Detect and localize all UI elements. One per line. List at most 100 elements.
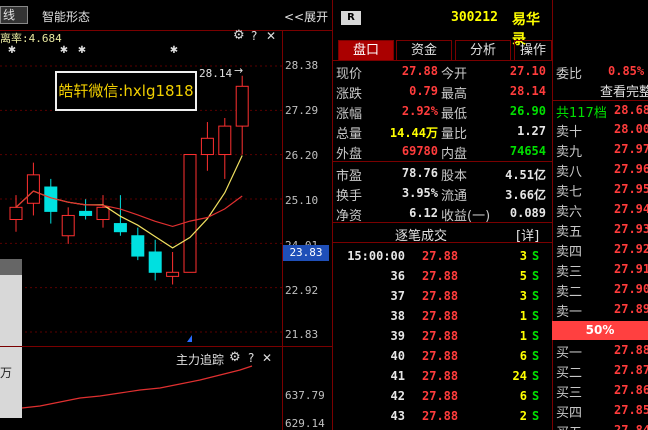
quote-value: 4.51亿 [505, 168, 546, 182]
tick-price: 27.88 [422, 249, 459, 263]
tick-side: S [532, 269, 540, 283]
depth-level-price[interactable]: 27.87 [614, 363, 648, 377]
tab-pankou[interactable]: 盘口 [338, 40, 394, 60]
expand-button[interactable]: <<展开 [284, 8, 328, 25]
tick-row: 39 27.88 1 S [333, 329, 552, 349]
quote-label: 流通 [441, 189, 468, 204]
quote-value: 27.88 [401, 64, 438, 78]
depth-level-price[interactable]: 28.00 [614, 122, 648, 136]
quote-label: 最低 [441, 107, 468, 122]
candle-body [79, 210, 93, 216]
quote-label: 换手 [336, 189, 363, 204]
depth-level-label: 卖六 [556, 205, 583, 220]
quote-value: 6.12 [409, 206, 438, 220]
tick-time: 39 [390, 329, 405, 343]
quote-label: 最高 [441, 87, 468, 102]
depth-level-price[interactable]: 27.96 [614, 162, 648, 176]
tick-price: 27.88 [422, 369, 459, 383]
depth-level-price[interactable]: 27.92 [614, 242, 648, 256]
tick-side: S [532, 329, 540, 343]
tick-row: 40 27.88 6 S [333, 349, 552, 369]
depth-level-price[interactable]: 27.88 [614, 343, 648, 357]
tick-side: S [532, 349, 540, 363]
tab-operation[interactable]: 操作 [514, 40, 552, 60]
depth-level-label: 卖八 [556, 165, 583, 180]
tick-row: 37 27.88 3 S [333, 289, 552, 309]
depth-level-label: 卖二 [556, 285, 583, 300]
view-full-button[interactable]: 查看完整 [600, 81, 648, 100]
tick-volume: 24 [512, 369, 527, 383]
quote-value: 78.76 [401, 166, 438, 180]
depth-level-label: 卖一 [556, 305, 583, 320]
tick-time: 37 [390, 289, 405, 303]
kline-chart-panel[interactable]: 线 智能形态 <<展开 离率:4.684 ⚙ ? ✕ ✱ ✱ ✱ ✱ 28.14 → … [0, 0, 332, 430]
depth-level-label: 卖四 [556, 245, 583, 260]
depth-level-label: 卖五 [556, 225, 583, 240]
signal-star-icon: ✱ [8, 45, 16, 56]
candle-body [235, 85, 249, 127]
depth-level-label: 买五 [556, 422, 582, 430]
quote-value: 0.79 [409, 84, 438, 98]
depth-level-label: 买三 [556, 386, 583, 401]
depth-level-price[interactable]: 27.93 [614, 222, 648, 236]
quote-value: 27.10 [509, 64, 546, 78]
tick-time: 41 [390, 369, 405, 383]
tick-volume: 6 [519, 349, 527, 363]
candle-body [96, 206, 110, 221]
quote-value: 69780 [401, 144, 438, 158]
quote-panel: R 300212 易华录 盘口 资金 分析 操作 现价 27.88 今开 27.10 涨… [333, 0, 552, 430]
y-label: 21.83 [285, 328, 319, 341]
main-force-line-chart[interactable] [0, 346, 282, 430]
depth-level-price[interactable]: 27.90 [614, 282, 648, 296]
quote-row: 现价 27.88 今开 27.10 [333, 63, 552, 83]
sub-y-label: 637.79 [285, 389, 325, 402]
smart-form-button[interactable]: 智能形态 [42, 8, 90, 25]
depth-level-price[interactable]: 27.94 [614, 202, 648, 216]
tick-price: 27.88 [422, 269, 459, 283]
period-selector[interactable]: 线 [0, 6, 28, 24]
candle-body [113, 223, 127, 233]
signal-star-icon: ✱ [170, 45, 178, 56]
signal-star-icon: ✱ [78, 45, 86, 56]
tick-time: 38 [390, 309, 405, 323]
tab-analysis[interactable]: 分析 [455, 40, 511, 60]
depth-level-price[interactable]: 27.89 [614, 302, 648, 316]
high-price-marker: 28.14 [199, 67, 233, 80]
candle-body [183, 154, 197, 273]
depth-level-price[interactable]: 27.85 [614, 403, 648, 417]
tick-volume: 6 [519, 389, 527, 403]
tick-price: 27.88 [422, 389, 459, 403]
quote-label: 外盘 [336, 147, 363, 162]
quote-value: 0.089 [509, 206, 546, 220]
tick-volume: 1 [519, 309, 527, 323]
quote-row: 总量 14.44万 量比 1.27 [333, 123, 552, 143]
tick-row: 42 27.88 6 S [333, 389, 552, 409]
quote-value: 1.27 [517, 124, 546, 138]
tick-volume: 1 [519, 329, 527, 343]
tick-volume: 3 [519, 249, 527, 263]
tab-funds[interactable]: 资金 [396, 40, 452, 60]
quote-value: 14.44万 [389, 126, 438, 140]
depth-level-label: 卖十 [556, 125, 583, 140]
depth-level-label: 买四 [556, 406, 583, 421]
depth-level-price[interactable]: 27.91 [614, 262, 648, 276]
depth-level-price[interactable]: 27.97 [614, 142, 648, 156]
level-count-value: 28.68 [614, 103, 648, 117]
tick-side: S [532, 289, 540, 303]
quote-value: 74654 [509, 144, 546, 158]
tick-time: 36 [390, 269, 405, 283]
candle-body [131, 235, 145, 257]
quote-value: 3.66亿 [505, 188, 546, 202]
depth-level-price[interactable]: 27.84 [614, 423, 648, 430]
y-label: 26.20 [285, 149, 319, 162]
quote-label: 现价 [336, 67, 363, 82]
watermark-box: 皓轩微信:hxlg1818 [55, 71, 197, 111]
current-price-tag: 23.83 [283, 245, 329, 261]
tick-price: 27.88 [422, 309, 459, 323]
quote-label: 总量 [336, 127, 363, 142]
depth-level-price[interactable]: 27.86 [614, 383, 648, 397]
stock-code: 300212 [451, 10, 498, 25]
depth-level-label: 买一 [556, 346, 583, 361]
tick-side: S [532, 249, 540, 263]
depth-level-price[interactable]: 27.95 [614, 182, 648, 196]
